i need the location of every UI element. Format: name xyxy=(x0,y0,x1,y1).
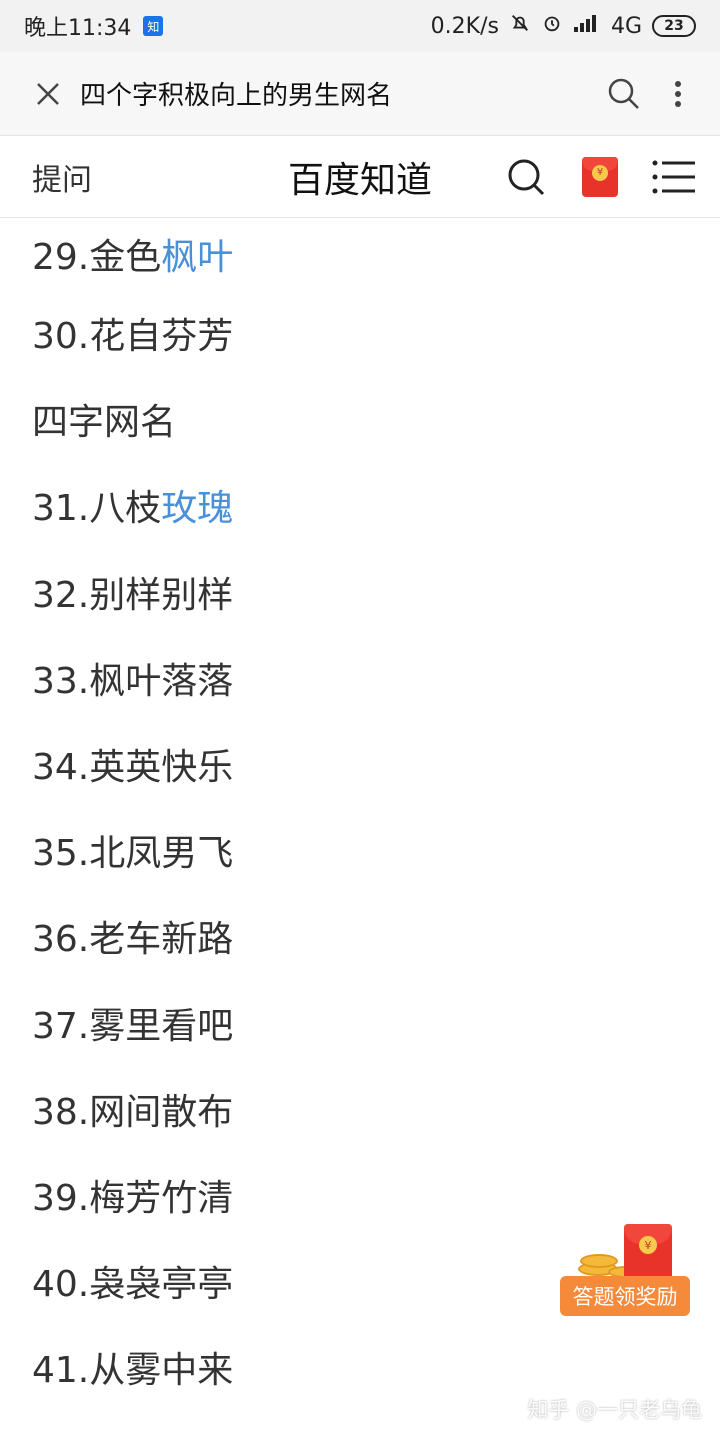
list-item: 33.枫叶落落 xyxy=(32,660,234,702)
status-right: 0.2K/s 4G 23 xyxy=(431,12,696,40)
keyword-link[interactable]: 枫叶 xyxy=(161,228,233,280)
alarm-clock-icon xyxy=(541,12,563,40)
browser-search-button[interactable] xyxy=(598,68,650,120)
close-icon xyxy=(37,82,59,105)
close-button[interactable] xyxy=(22,68,74,120)
more-options-button[interactable] xyxy=(658,68,698,120)
red-packet-button[interactable]: ¥ xyxy=(574,151,626,203)
list-item: 32.别样别样 xyxy=(32,574,234,616)
browser-header: 四个字积极向上的男生网名 xyxy=(0,52,720,136)
list-item: 31.八枝 玫瑰 xyxy=(0,462,720,548)
status-bar: 晚上11:34 知 0.2K/s 4G 23 xyxy=(0,0,720,52)
list-item: 34.英英快乐 xyxy=(32,747,234,789)
status-left: 晚上11:34 知 xyxy=(24,10,164,42)
list-item: 37.雾里看吧 xyxy=(32,1005,234,1047)
watermark: 知乎 @一只老乌龟 xyxy=(527,1398,702,1422)
coin-stack xyxy=(580,1254,618,1268)
signal-strength-icon xyxy=(573,13,601,39)
answer-reward-button[interactable]: ¥ 答题领奖励 xyxy=(558,1222,692,1318)
list-item: 35.北凤男飞 xyxy=(32,833,234,875)
envelope-coin: ¥ xyxy=(639,1236,657,1254)
site-header: 提问 百度知道 ¥ xyxy=(0,136,720,218)
network-speed: 0.2K/s xyxy=(430,13,499,39)
section-heading: 四字网名 xyxy=(32,402,177,444)
mute-bell-icon xyxy=(509,12,531,40)
site-search-button[interactable] xyxy=(500,151,552,203)
more-vertical-icon xyxy=(675,80,681,107)
list-menu-icon xyxy=(652,160,695,193)
red-envelope-icon: ¥ xyxy=(624,1224,672,1280)
ask-question-link[interactable]: 提问 xyxy=(32,155,92,199)
zhihu-notification-icon: 知 xyxy=(143,16,164,36)
menu-button[interactable] xyxy=(648,151,700,203)
list-item: 29.金色 枫叶 xyxy=(0,218,720,290)
red-packet-icon: ¥ xyxy=(582,156,618,197)
reward-label: 答题领奖励 xyxy=(560,1276,690,1316)
battery-indicator: 23 xyxy=(652,15,696,37)
list-item: 38.网间散布 xyxy=(32,1091,234,1133)
site-actions: ¥ xyxy=(500,151,700,203)
search-icon xyxy=(608,78,639,109)
network-type: 4G xyxy=(610,13,642,39)
list-item: 36.老车新路 xyxy=(32,919,234,961)
list-item: 30.花自芬芳 xyxy=(32,316,234,358)
keyword-link[interactable]: 玫瑰 xyxy=(161,479,233,531)
status-time: 晚上11:34 xyxy=(24,16,132,41)
red-packet-coin: ¥ xyxy=(592,164,608,181)
page-title: 四个字积极向上的男生网名 xyxy=(80,81,393,111)
search-icon xyxy=(508,159,545,195)
